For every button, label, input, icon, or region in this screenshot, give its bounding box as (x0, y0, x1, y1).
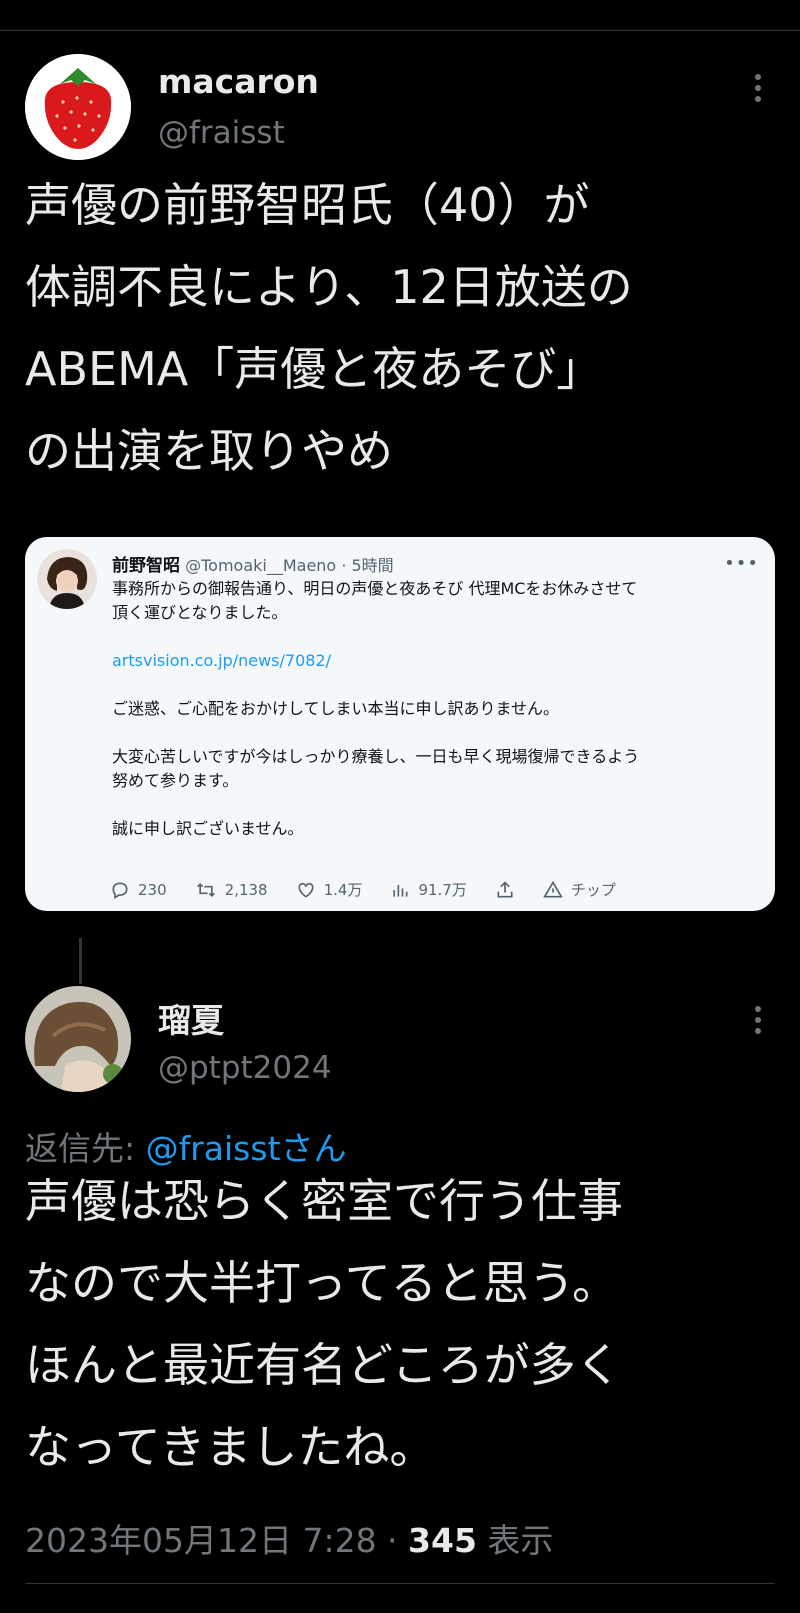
more-icon[interactable] (755, 74, 763, 102)
avatar[interactable] (25, 54, 131, 160)
like-count: 1.4万 (323, 881, 363, 899)
bottom-divider (25, 1583, 775, 1584)
card-text: 頂く運びとなりました。 (112, 603, 288, 622)
card-text: 誠に申し訳ございません。 (112, 819, 304, 838)
thread-connector (79, 938, 82, 984)
tweet-line: ほんと最近有名どころが多く (25, 1338, 622, 1392)
like-button[interactable]: 1.4万 (296, 879, 363, 900)
retweet-count: 2,138 (224, 880, 268, 899)
tweet-line: なので大半打ってると思う。 (25, 1256, 618, 1310)
tip-icon (543, 880, 563, 897)
tweet-meta: 2023年05月12日 7:28 · 345 表示 (25, 1514, 553, 1562)
tweet-line: ABEMA「声優と夜あそび」 (25, 342, 603, 396)
avatar[interactable] (25, 986, 131, 1092)
card-author-name[interactable]: 前野智昭 (112, 556, 180, 576)
profile-photo-icon (25, 986, 131, 1092)
reply-button[interactable]: 230 (110, 880, 167, 900)
card-text: ご迷惑、ご心配をおかけしてしまい本当に申し訳ありません。 (112, 699, 560, 718)
tweet-text: 声優の前野智昭氏（40）が 体調不良により、12日放送の ABEMA「声優と夜あ… (25, 164, 770, 492)
retweet-button[interactable]: 2,138 (195, 880, 268, 900)
card-text: 事務所からの御報告通り、明日の声優と夜あそび 代理MCをお休みさせて (112, 579, 638, 598)
card-link[interactable]: artsvision.co.jp/news/7082/ (112, 649, 755, 673)
embedded-tweet-card[interactable]: 前野智昭 @Tomoaki__Maeno · 5時間 ••• 事務所からの御報告… (25, 537, 775, 911)
reply-icon (112, 881, 128, 899)
tip-button[interactable]: チップ (543, 879, 616, 900)
card-avatar (37, 549, 97, 609)
author-handle[interactable]: @ptpt2024 (158, 1050, 332, 1086)
tweet-line: 声優は恐らく密室で行う仕事 (25, 1174, 623, 1228)
timestamp[interactable]: 2023年05月12日 7:28 · (25, 1521, 408, 1560)
card-header: 前野智昭 @Tomoaki__Maeno · 5時間 (112, 551, 394, 576)
tip-label: チップ (570, 881, 616, 899)
tweet-line: なってきましたね。 (25, 1420, 436, 1474)
top-divider (0, 30, 800, 31)
tweet-line: の出演を取りやめ (25, 424, 393, 478)
strawberry-icon (25, 54, 131, 160)
card-author-handle[interactable]: @Tomoaki__Maeno (185, 556, 336, 575)
card-time: · 5時間 (341, 556, 394, 575)
views-button[interactable]: 91.7万 (390, 879, 467, 900)
card-body: 事務所からの御報告通り、明日の声優と夜あそび 代理MCをお休みさせて 頂く運びと… (112, 577, 755, 841)
retweet-icon (196, 882, 215, 897)
like-icon (298, 882, 314, 898)
views-icon (393, 884, 408, 897)
view-count: 345 (408, 1521, 477, 1560)
card-text: 努めて参ります。 (112, 771, 239, 790)
author-name[interactable]: 瑠夏 (158, 994, 224, 1042)
card-action-bar: 230 2,138 1.4万 91.7万 チップ (110, 879, 616, 900)
card-text: 大変心苦しいですが今はしっかり療養し、一日も早く現場復帰できるよう (112, 747, 640, 766)
author-handle[interactable]: @fraisst (158, 115, 285, 151)
share-icon (497, 880, 513, 897)
more-icon[interactable]: ••• (724, 553, 759, 574)
views-count: 91.7万 (418, 881, 467, 899)
tweet-text: 声優は恐らく密室で行う仕事 なので大半打ってると思う。 ほんと最近有名どころが多… (25, 1160, 770, 1488)
tweet-line: 声優の前野智昭氏（40）が (25, 178, 590, 232)
share-button[interactable] (495, 880, 515, 900)
reply-count: 230 (138, 880, 167, 899)
view-label: 表示 (476, 1521, 554, 1560)
tweet-line: 体調不良により、12日放送の (25, 260, 633, 314)
more-icon[interactable] (755, 1006, 763, 1034)
author-name[interactable]: macaron (158, 62, 319, 101)
